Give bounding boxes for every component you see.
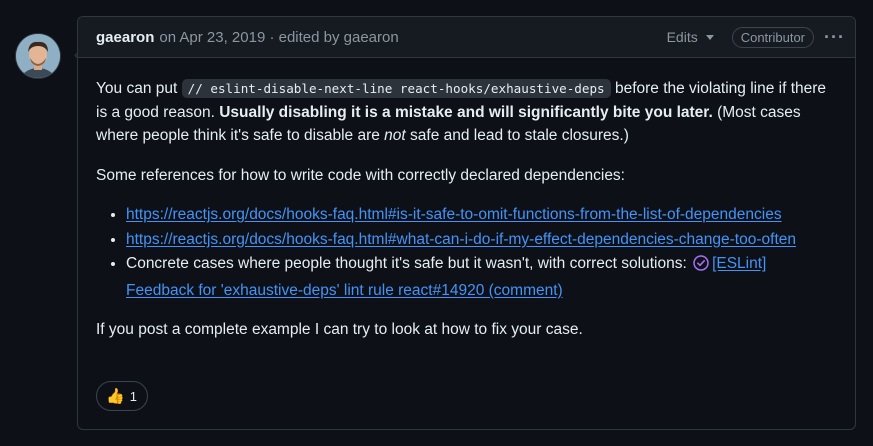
list-item: https://reactjs.org/docs/hooks-faq.html#… [126, 228, 837, 252]
comment-body: You can put // eslint-disable-next-line … [78, 58, 855, 342]
reference-list: https://reactjs.org/docs/hooks-faq.html#… [96, 203, 837, 302]
reference-link[interactable]: https://reactjs.org/docs/hooks-faq.html#… [126, 206, 782, 223]
paragraph-1: You can put // eslint-disable-next-line … [96, 77, 837, 148]
list-item: https://reactjs.org/docs/hooks-faq.html#… [126, 203, 837, 227]
list-item-text: Concrete cases where people thought it's… [126, 255, 692, 272]
paragraph-2: Some references for how to write code wi… [96, 166, 625, 184]
edits-dropdown[interactable]: Edits [667, 29, 714, 45]
edits-label: Edits [666, 29, 698, 45]
text: safe and lead to stale closures.) [405, 127, 629, 144]
check-circle-icon [693, 255, 709, 279]
thumbs-up-reaction[interactable]: 👍 1 [96, 381, 148, 411]
inline-code: // eslint-disable-next-line react-hooks/… [181, 79, 611, 98]
author-link[interactable]: gaearon [96, 29, 154, 46]
bold-text: Usually disabling it is a mistake and wi… [219, 103, 713, 121]
caret-down-icon [705, 34, 714, 40]
italic-text: not [384, 127, 406, 144]
comment-box: gaearon on Apr 23, 2019 · edited by gaea… [77, 16, 856, 430]
thumbs-up-icon: 👍 [106, 388, 125, 405]
reference-link[interactable]: https://reactjs.org/docs/hooks-faq.html#… [126, 231, 796, 248]
list-item: Concrete cases where people thought it's… [126, 252, 837, 302]
paragraph-3: If you post a complete example I can try… [96, 321, 583, 338]
comment-header: gaearon on Apr 23, 2019 · edited by gaea… [78, 17, 855, 58]
avatar[interactable] [16, 34, 60, 78]
contributor-badge: Contributor [731, 26, 815, 48]
text: You can put [96, 80, 182, 97]
reaction-count: 1 [129, 388, 137, 404]
kebab-horizontal-icon[interactable]: ··· [824, 28, 845, 46]
comment-meta[interactable]: on Apr 23, 2019 · edited by gaearon [159, 29, 398, 46]
